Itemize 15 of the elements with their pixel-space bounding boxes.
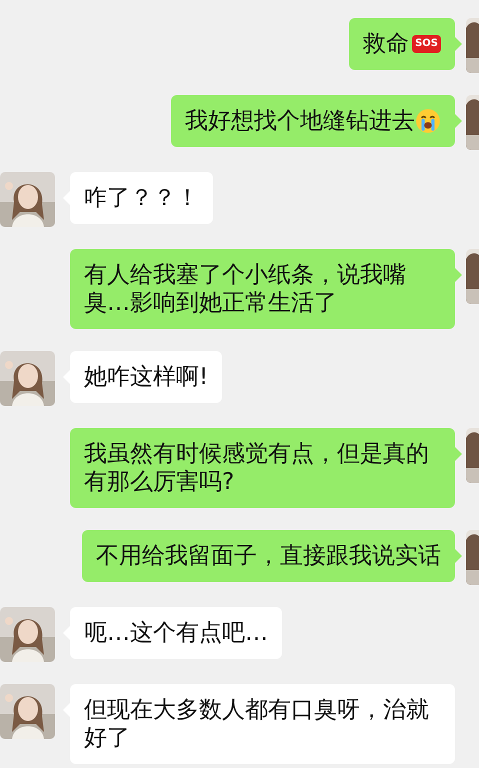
sos-badge: SOS: [412, 35, 441, 53]
message-bubble: 咋了？？！: [70, 172, 213, 224]
bubble-tail: [455, 447, 462, 461]
bubble-tail: [455, 37, 462, 51]
bubble-tail: [455, 268, 462, 282]
message-bubble: 但现在大多数人都有口臭呀，治就好了: [70, 684, 455, 764]
bubble-tail: [455, 549, 462, 563]
message-bubble: 有人给我塞了个小纸条，说我嘴臭…影响到她正常生活了: [70, 249, 455, 329]
bubble-tail: [455, 114, 462, 128]
message-bubble: 我虽然有时候感觉有点，但是真的有那么厉害吗?: [70, 428, 455, 508]
message-bubble: 不用给我留面子，直接跟我说实话: [82, 530, 455, 582]
message-bubble: 我好想找个地缝钻进去: [171, 95, 455, 147]
message-bubble: 呃…这个有点吧…: [70, 607, 282, 659]
message-bubble: 救命 SOS: [349, 18, 455, 70]
message-bubble: 她咋这样啊!: [70, 351, 222, 403]
